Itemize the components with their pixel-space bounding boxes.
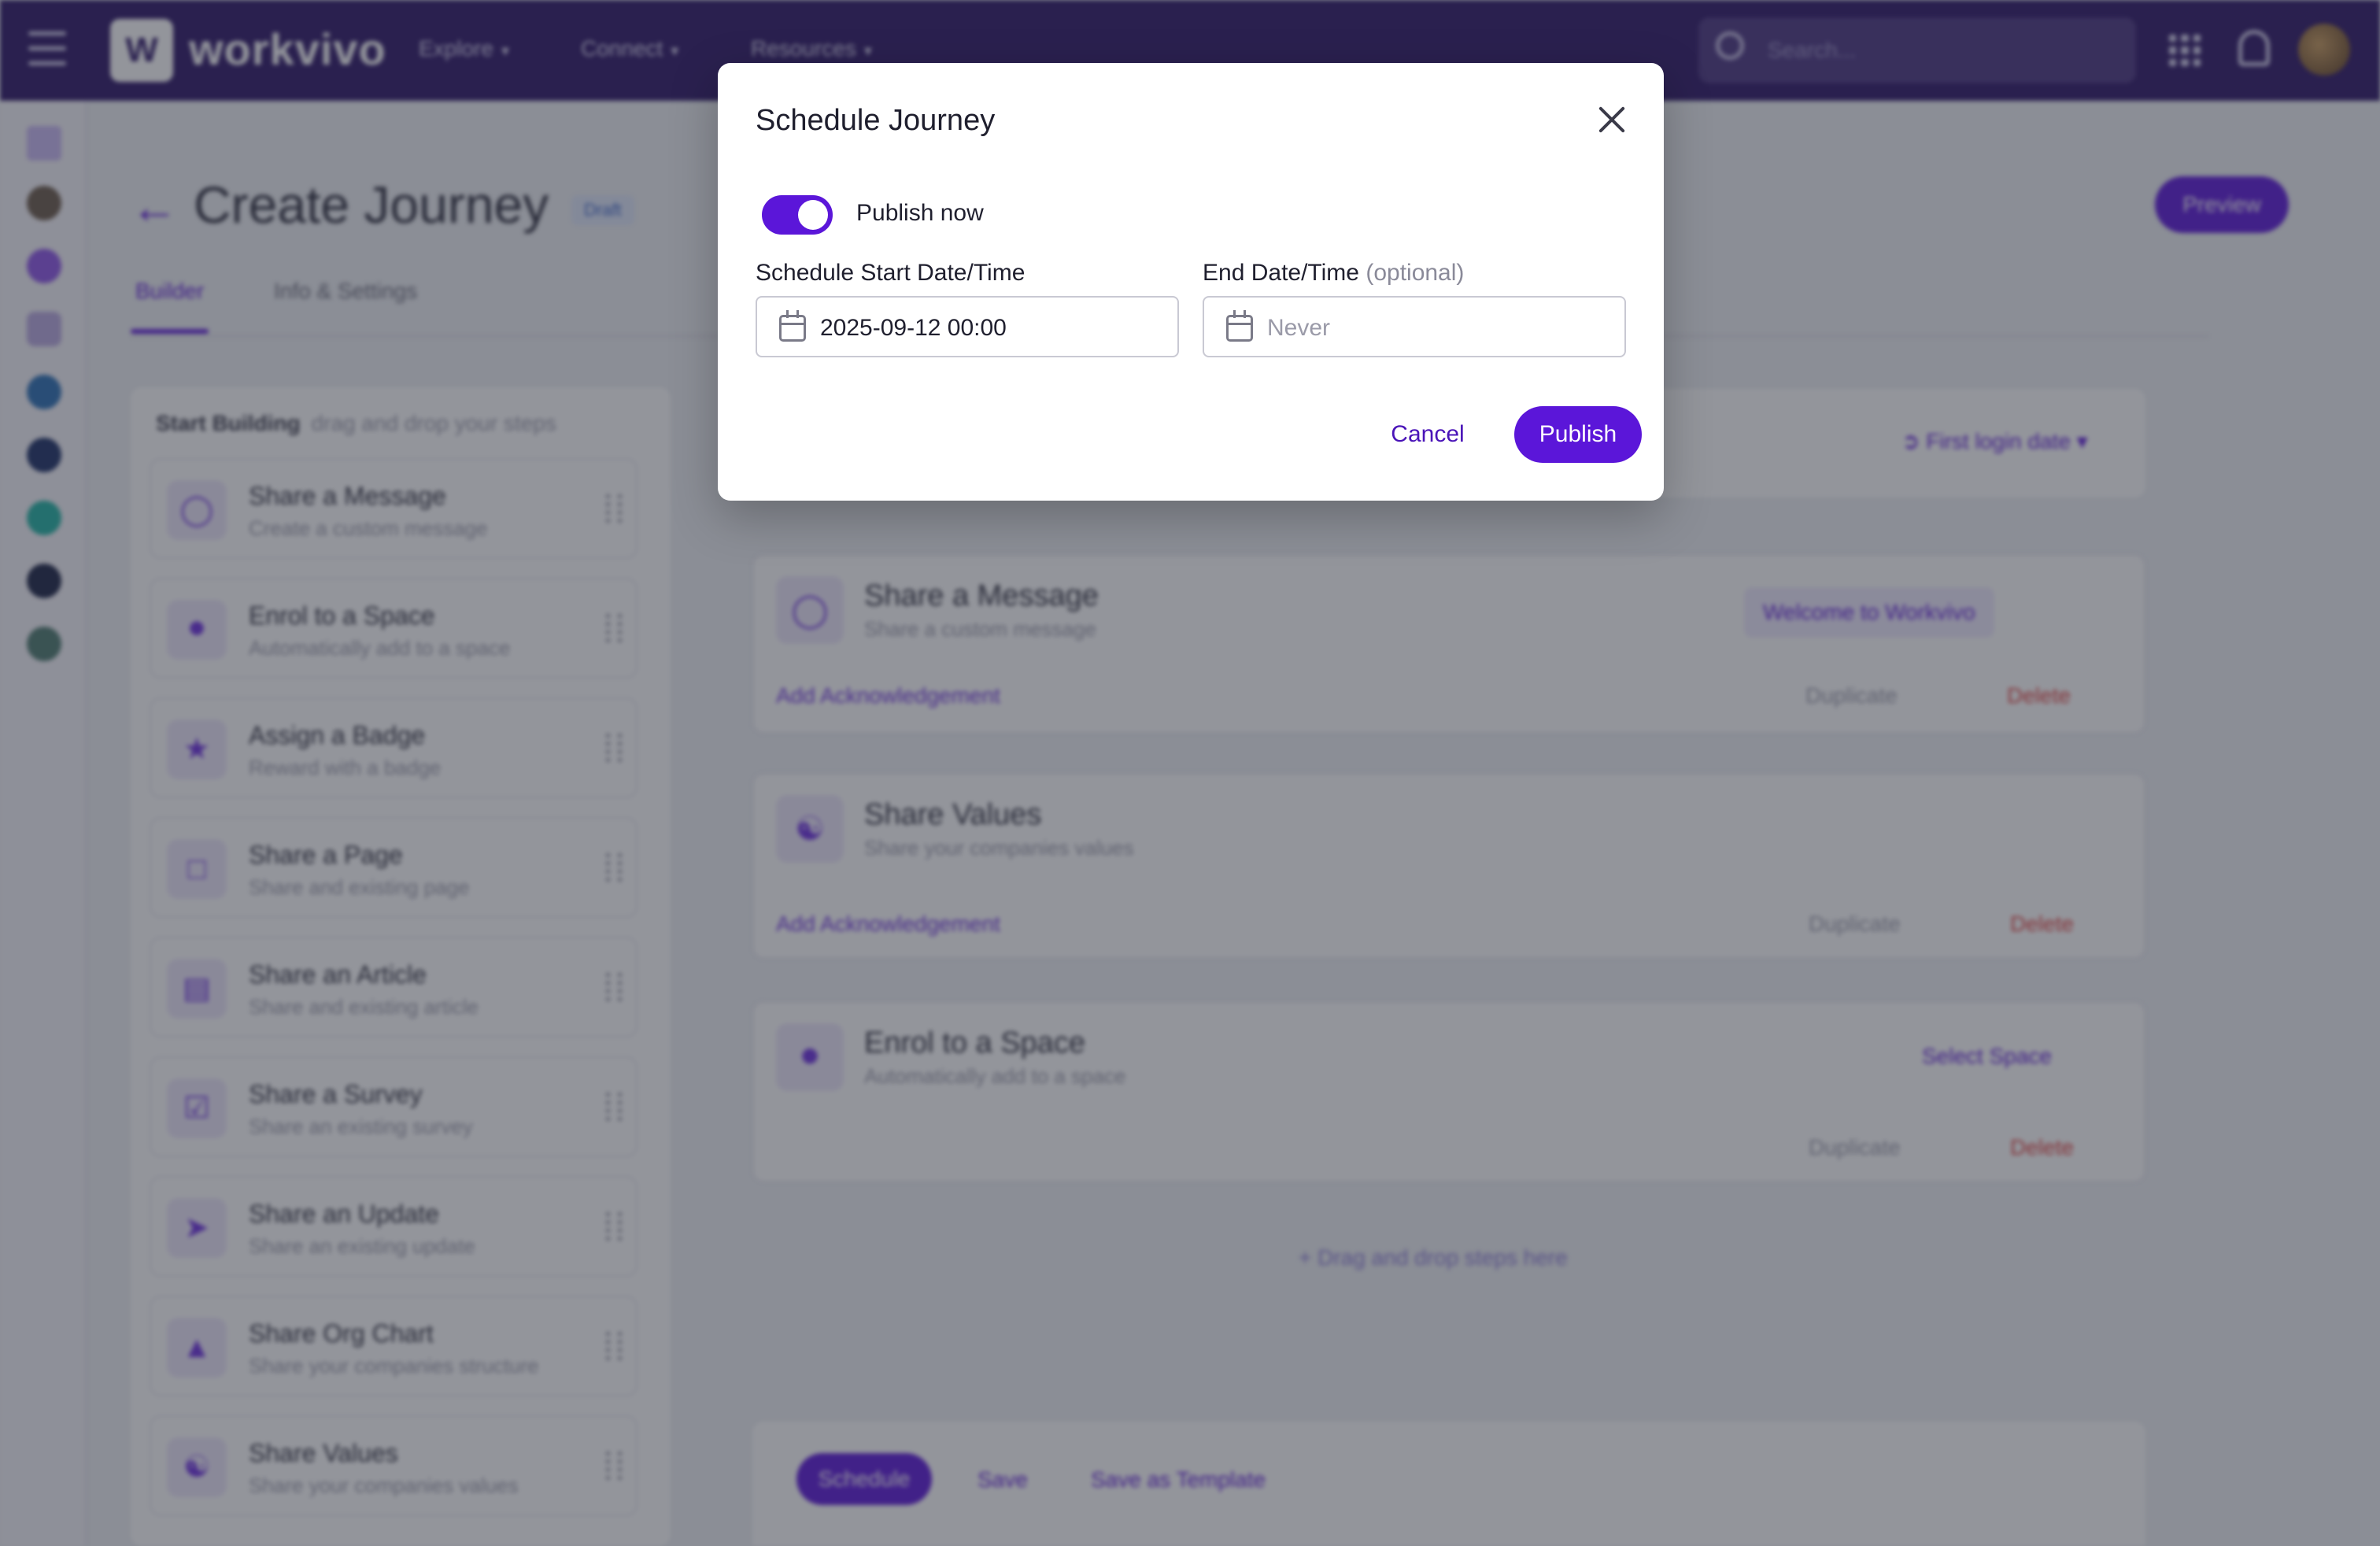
optional-hint: (optional) <box>1366 260 1465 286</box>
calendar-icon <box>1226 310 1253 342</box>
start-date-value: 2025-09-12 00:00 <box>820 315 1007 341</box>
start-date-label: Schedule Start Date/Time <box>756 260 1026 286</box>
calendar-icon <box>779 310 806 342</box>
end-date-label: End Date/Time (optional) <box>1203 260 1465 286</box>
end-date-placeholder: Never <box>1267 315 1331 341</box>
end-date-field[interactable]: Never <box>1203 296 1626 357</box>
toggle-knob <box>798 200 828 230</box>
close-icon[interactable] <box>1591 99 1632 140</box>
publish-now-label: Publish now <box>856 200 984 226</box>
cancel-button[interactable]: Cancel <box>1360 406 1495 463</box>
publish-button[interactable]: Publish <box>1514 406 1642 463</box>
schedule-journey-dialog: Schedule Journey Publish now Schedule St… <box>718 63 1664 501</box>
start-date-field[interactable]: 2025-09-12 00:00 <box>756 296 1179 357</box>
dialog-title: Schedule Journey <box>756 104 996 137</box>
publish-now-toggle[interactable] <box>762 195 833 235</box>
